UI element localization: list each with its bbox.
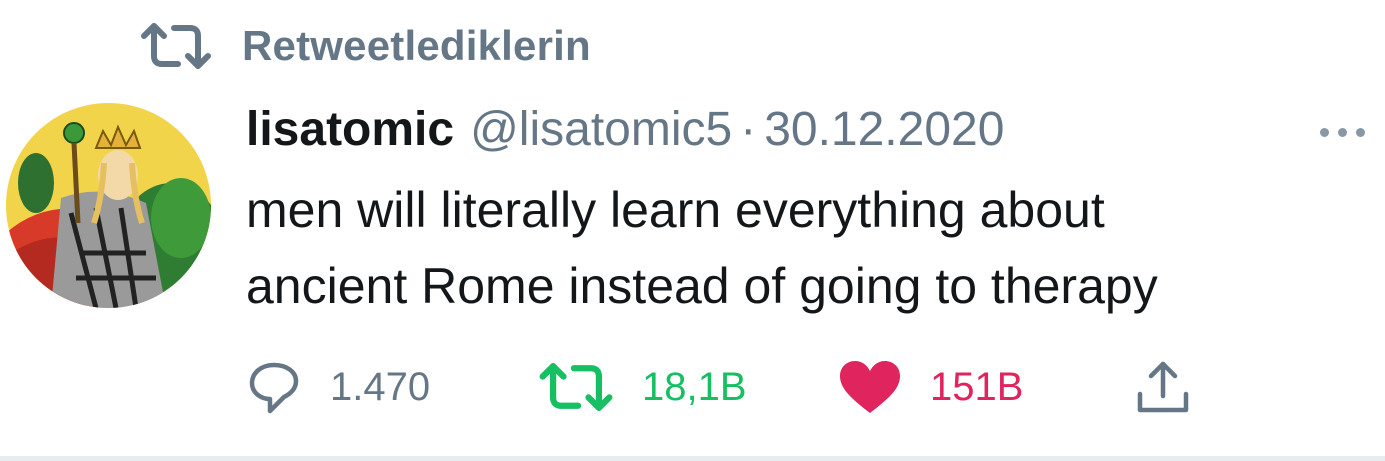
tweet-text: men will literally learn everything abou… <box>246 172 1376 324</box>
tweet-actions: 1.470 18,1B 151B <box>246 356 1246 418</box>
share-icon <box>1137 361 1189 413</box>
separator-dot: · <box>740 103 757 156</box>
retweet-icon <box>141 23 211 69</box>
more-icon[interactable] <box>1320 128 1365 137</box>
reply-count: 1.470 <box>330 364 431 409</box>
retweet-context: Retweetlediklerin <box>140 18 591 74</box>
tweet-text-line: men will literally learn everything abou… <box>246 182 1105 238</box>
retweet-count: 18,1B <box>642 364 747 409</box>
tweet-header: lisatomic @lisatomic5 · 30.12.2020 <box>246 102 1371 164</box>
display-name[interactable]: lisatomic <box>246 102 454 157</box>
retweet-icon <box>539 363 613 411</box>
reply-button[interactable]: 1.470 <box>246 356 430 418</box>
avatar[interactable] <box>6 103 211 308</box>
share-button[interactable] <box>1134 356 1192 418</box>
like-count: 151B <box>930 364 1024 409</box>
heart-icon <box>840 361 900 413</box>
like-button[interactable]: 151B <box>838 356 1023 418</box>
bottom-divider <box>0 456 1385 461</box>
retweet-context-label[interactable]: Retweetlediklerin <box>242 22 591 70</box>
tweet-date[interactable]: 30.12.2020 <box>764 102 1004 157</box>
tweet-text-line: ancient Rome instead of going to therapy <box>246 258 1158 314</box>
avatar-image <box>6 103 211 308</box>
retweet-button[interactable]: 18,1B <box>538 356 747 418</box>
reply-icon <box>249 362 299 414</box>
user-handle[interactable]: @lisatomic5 <box>470 102 732 157</box>
